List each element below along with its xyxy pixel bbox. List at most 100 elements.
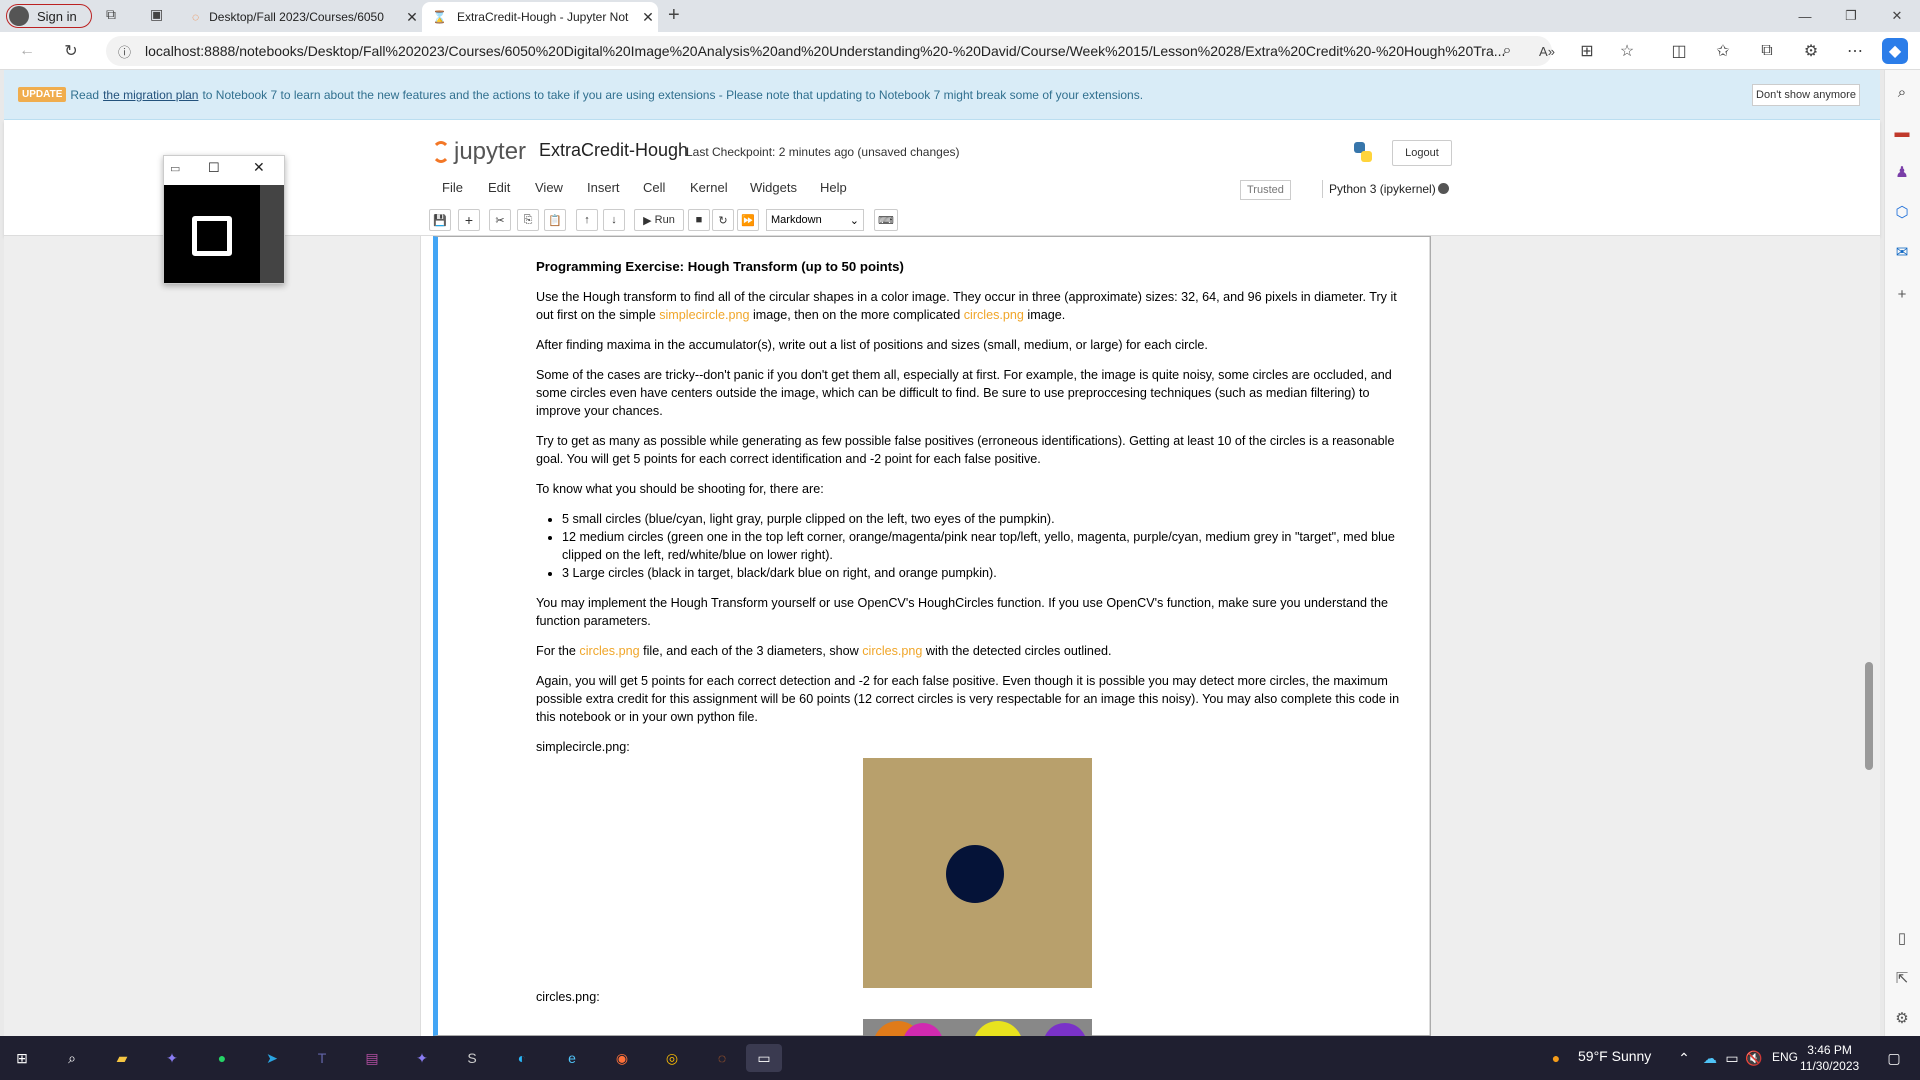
office-icon[interactable]: ⬡: [1888, 198, 1916, 226]
outlook-icon[interactable]: ✉: [1888, 238, 1916, 266]
app-icon[interactable]: ✦: [408, 1044, 436, 1072]
firefox-icon[interactable]: ◉: [608, 1044, 636, 1072]
app-icon[interactable]: ✦: [158, 1044, 186, 1072]
menu-help[interactable]: Help: [820, 180, 847, 195]
insert-cell-icon[interactable]: +: [458, 209, 480, 231]
circles-label: circles.png:: [536, 990, 600, 1004]
info-icon[interactable]: ⓘ: [118, 42, 131, 61]
close-icon[interactable]: ✕: [253, 159, 265, 176]
tab-actions-icon[interactable]: ▣: [150, 6, 172, 26]
sign-in-label: Sign in: [37, 8, 77, 24]
dont-show-anymore-button[interactable]: Don't show anymore: [1752, 84, 1860, 106]
cell-type-select[interactable]: Markdown ⌄: [766, 209, 864, 231]
internet-explorer-icon[interactable]: e: [558, 1044, 586, 1072]
notebook-name[interactable]: ExtraCredit-Hough: [539, 140, 688, 161]
tab-desktop[interactable]: ◌ Desktop/Fall 2023/Courses/6050 ✕: [182, 2, 422, 32]
restart-run-all-icon[interactable]: ⏩: [737, 209, 759, 231]
search-icon[interactable]: ⌕: [1888, 78, 1916, 106]
tab-extracredit[interactable]: ⌛ ExtraCredit-Hough - Jupyter Not ✕: [422, 2, 658, 32]
zoom-icon[interactable]: ⌕: [1492, 36, 1522, 66]
menu-view[interactable]: View: [535, 180, 563, 195]
close-window-icon[interactable]: ✕: [1874, 0, 1920, 32]
weather-text[interactable]: 59°F Sunny: [1578, 1048, 1651, 1064]
search-icon[interactable]: ⌕: [58, 1044, 86, 1072]
restore-icon[interactable]: ❐: [1828, 0, 1874, 32]
maximize-icon[interactable]: ☐: [208, 160, 220, 176]
file-explorer-icon[interactable]: ▰: [108, 1044, 136, 1072]
circles-link[interactable]: circles.png: [862, 644, 922, 658]
copy-icon[interactable]: ⎘: [517, 209, 539, 231]
whatsapp-icon[interactable]: ●: [208, 1044, 236, 1072]
command-palette-icon[interactable]: ⌨: [874, 209, 898, 231]
s-app-icon[interactable]: S: [458, 1044, 486, 1072]
more-menu-icon[interactable]: ⋯: [1840, 36, 1870, 66]
square-outline-icon: [192, 216, 232, 256]
notifications-icon[interactable]: ▢: [1880, 1044, 1908, 1072]
split-screen-icon[interactable]: ◫: [1664, 36, 1694, 66]
chrome-icon[interactable]: ◎: [658, 1044, 686, 1072]
vertical-scrollbar[interactable]: [1862, 236, 1876, 1036]
restart-icon[interactable]: ↻: [712, 209, 734, 231]
language-indicator[interactable]: ENG: [1772, 1050, 1798, 1064]
logout-button[interactable]: Logout: [1392, 140, 1452, 166]
time: 3:46 PM: [1807, 1043, 1852, 1057]
python-logo-icon: [1354, 142, 1372, 162]
paste-icon[interactable]: 📋: [544, 209, 566, 231]
back-icon[interactable]: ←: [12, 36, 42, 66]
cut-icon[interactable]: ✂: [489, 209, 511, 231]
menu-edit[interactable]: Edit: [488, 180, 510, 195]
save-icon[interactable]: 💾: [429, 209, 451, 231]
read-aloud-icon[interactable]: A»: [1532, 36, 1562, 66]
copilot-icon[interactable]: ◆: [1882, 38, 1908, 64]
favorite-star-icon[interactable]: ☆: [1612, 36, 1642, 66]
telegram-icon[interactable]: ➤: [258, 1044, 286, 1072]
address-bar[interactable]: ⓘ localhost:8888/notebooks/Desktop/Fall%…: [106, 36, 1552, 66]
move-up-icon[interactable]: ↑: [576, 209, 598, 231]
interrupt-icon[interactable]: ■: [688, 209, 710, 231]
collections-icon[interactable]: ⧉: [1752, 36, 1782, 66]
minimize-icon[interactable]: —: [1782, 0, 1828, 32]
chevron-up-icon[interactable]: ⌃: [1670, 1044, 1698, 1072]
menu-cell[interactable]: Cell: [643, 180, 665, 195]
close-tab-icon[interactable]: ✕: [402, 9, 422, 26]
refresh-icon[interactable]: ↻: [56, 36, 86, 66]
menu-insert[interactable]: Insert: [587, 180, 620, 195]
extensions-icon[interactable]: ⚙: [1796, 36, 1826, 66]
window-app-icon: ▭: [170, 163, 181, 175]
jupyter-logo[interactable]: jupyter: [432, 138, 526, 166]
list-item: 3 Large circles (black in target, black/…: [562, 564, 1402, 582]
clock[interactable]: 3:46 PM 11/30/2023: [1800, 1042, 1859, 1074]
volume-muted-icon[interactable]: 🔇: [1740, 1044, 1768, 1072]
circles-link[interactable]: circles.png: [579, 644, 639, 658]
favorites-icon[interactable]: ✩: [1708, 36, 1738, 66]
media-icon[interactable]: ▤: [358, 1044, 386, 1072]
migration-plan-link[interactable]: the migration plan: [103, 88, 198, 102]
kernel-name[interactable]: Python 3 (ipykernel): [1322, 180, 1436, 198]
teams-icon[interactable]: T: [308, 1044, 336, 1072]
new-tab-icon[interactable]: +: [668, 4, 680, 27]
menu-widgets[interactable]: Widgets: [750, 180, 797, 195]
external-link-icon[interactable]: ⇱: [1888, 964, 1916, 992]
sidebar-toggle-icon[interactable]: ▯: [1888, 924, 1916, 952]
workspaces-icon[interactable]: ⧉: [106, 6, 128, 26]
tools-icon[interactable]: ▬: [1888, 118, 1916, 146]
move-down-icon[interactable]: ↓: [603, 209, 625, 231]
games-icon[interactable]: ♟: [1888, 158, 1916, 186]
simplecircle-link[interactable]: simplecircle.png: [659, 308, 749, 322]
sign-in-button[interactable]: Sign in: [6, 4, 92, 28]
scrollbar-thumb[interactable]: [1865, 662, 1873, 770]
settings-gear-icon[interactable]: ⚙: [1888, 1004, 1916, 1032]
menu-file[interactable]: File: [442, 180, 463, 195]
app-icon[interactable]: ⊞: [1572, 36, 1602, 66]
close-tab-icon[interactable]: ✕: [638, 9, 658, 26]
add-sidebar-icon[interactable]: +: [1888, 280, 1916, 308]
edge-icon[interactable]: ◐: [508, 1044, 536, 1072]
jupyter-icon[interactable]: ◌: [708, 1044, 736, 1072]
active-app-icon[interactable]: ▭: [746, 1044, 782, 1072]
floating-window-side-panel: [260, 185, 284, 283]
circles-link[interactable]: circles.png: [964, 308, 1024, 322]
menu-kernel[interactable]: Kernel: [690, 180, 728, 195]
trusted-indicator[interactable]: Trusted: [1240, 180, 1291, 200]
windows-start-icon[interactable]: ⊞: [8, 1044, 36, 1072]
run-button[interactable]: ▶ Run: [634, 209, 684, 231]
